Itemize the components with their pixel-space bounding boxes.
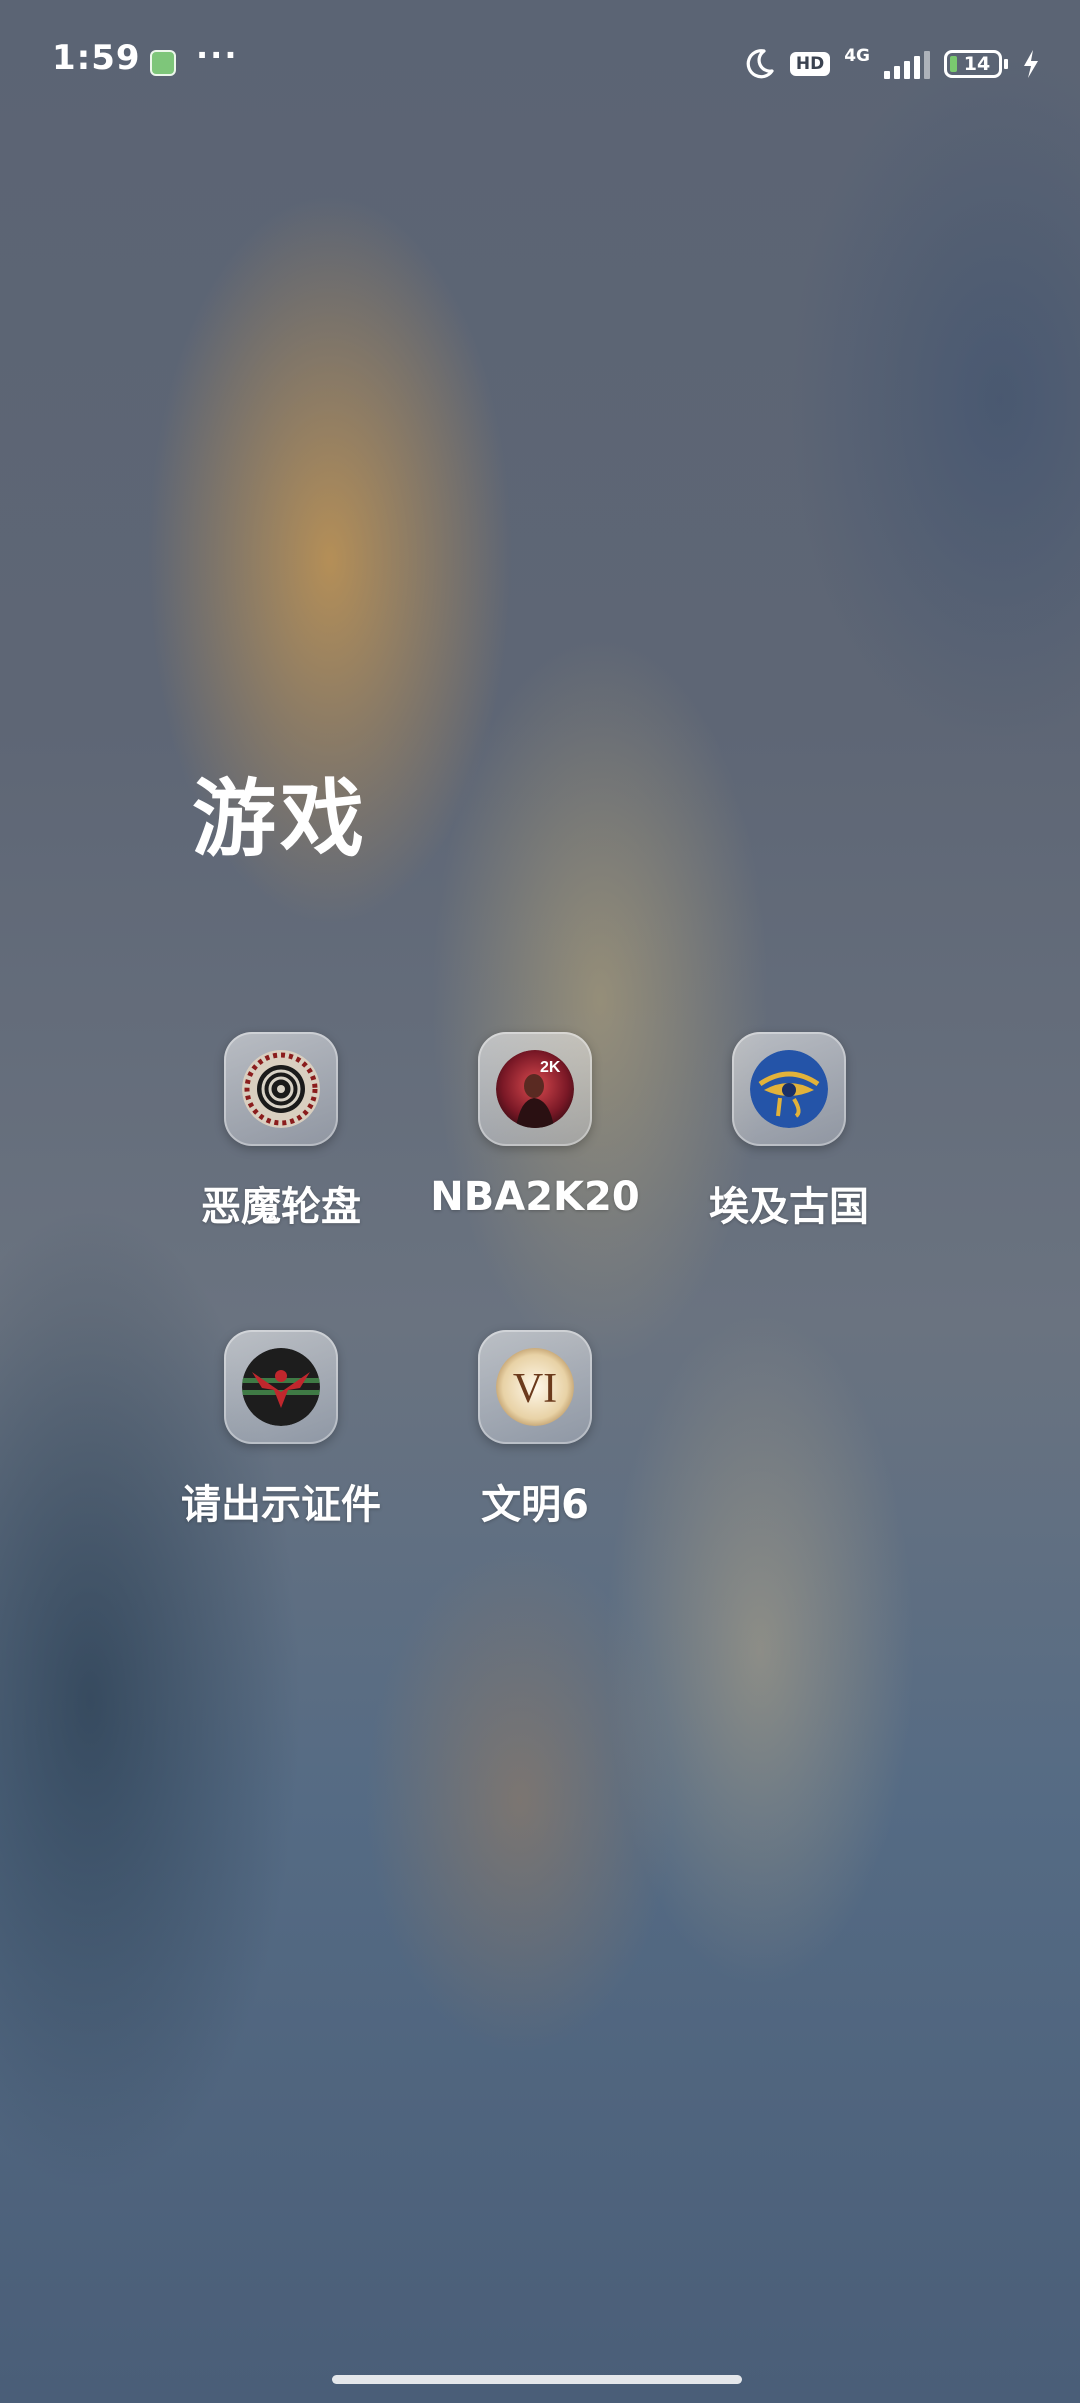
svg-text:2K: 2K [540, 1059, 561, 1076]
more-notifications-icon: ··· [196, 36, 239, 74]
buckshot-roulette-icon [242, 1050, 320, 1128]
app-label: 恶魔轮盘 [201, 1184, 361, 1230]
battery-icon: 14 [944, 50, 1008, 78]
battery-fill [950, 56, 957, 72]
app-nba2k20[interactable]: 2K NBA2K20 [405, 1032, 665, 1220]
network-type: 4G [844, 45, 870, 66]
hd-icon: HD [789, 52, 831, 76]
app-icon-frame[interactable]: VI [478, 1330, 592, 1444]
folder-title[interactable]: 游戏 [192, 752, 368, 873]
app-icon-frame[interactable] [732, 1032, 846, 1146]
nba2k20-icon: 2K [496, 1050, 574, 1128]
app-icon-frame[interactable] [224, 1330, 338, 1444]
status-icons: HD 4G 14 [742, 42, 1040, 86]
civilization-vi-icon: VI [496, 1348, 574, 1426]
home-indicator[interactable] [332, 2375, 742, 2384]
app-label: 文明6 [481, 1482, 589, 1528]
charging-icon [1024, 50, 1038, 78]
battery-level: 14 [963, 53, 991, 75]
app-notification-icon [150, 50, 176, 76]
papers-please-eagle-icon [242, 1348, 320, 1426]
app-label: 埃及古国 [709, 1184, 869, 1230]
app-civilization-6[interactable]: VI 文明6 [405, 1330, 665, 1530]
signal-icon [884, 49, 930, 79]
app-icon-frame[interactable] [224, 1032, 338, 1146]
status-bar: 1:59 ··· HD 4G 14 [0, 0, 1080, 128]
eye-of-horus-icon [750, 1050, 828, 1128]
app-label: NBA2K20 [430, 1174, 640, 1220]
moon-icon [746, 49, 774, 79]
svg-text:VI: VI [513, 1366, 557, 1412]
app-demon-roulette[interactable]: 恶魔轮盘 [151, 1032, 411, 1232]
status-time: 1:59 [52, 38, 141, 78]
app-papers-please[interactable]: 请出示证件 [151, 1330, 411, 1530]
app-icon-frame[interactable]: 2K [478, 1032, 592, 1146]
app-ancient-egypt[interactable]: 埃及古国 [659, 1032, 919, 1232]
app-label: 请出示证件 [181, 1482, 381, 1528]
